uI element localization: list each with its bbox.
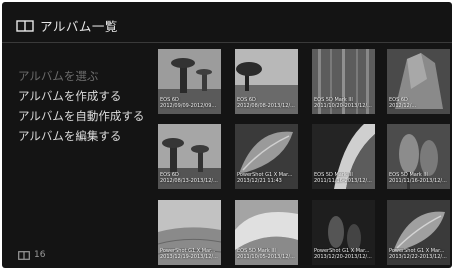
- page-title: アルバム一覧: [40, 19, 118, 34]
- album-caption: EOS 6D 2012/09/09-2012/09...: [160, 97, 217, 109]
- album-menu: アルバムを選ぶ アルバムを作成する アルバムを自動作成する アルバムを編集する: [18, 66, 150, 146]
- menu-item-create-album[interactable]: アルバムを作成する: [18, 86, 150, 106]
- album-caption: EOS 6D 2012/08/08-2013/12/...: [237, 97, 295, 109]
- album-thumbnail[interactable]: EOS 5D Mark III 2011/11/16-2013/12/...: [312, 124, 375, 189]
- album-caption: PowerShot G1 X Mar... 2013/12/20-2013/12/…: [314, 248, 372, 260]
- album-count-value: 16: [34, 250, 46, 260]
- album-thumbnail[interactable]: EOS 5D Mark III 2011/11/16-2013/12/...: [387, 124, 450, 189]
- album-caption: EOS 5D Mark III 2011/11/16-2013/12/...: [389, 172, 447, 184]
- header: アルバム一覧: [16, 16, 118, 35]
- menu-item-select-album[interactable]: アルバムを選ぶ: [18, 66, 150, 86]
- album-thumbnail[interactable]: EOS 6D 2012/08/13-2013/12/...: [158, 124, 221, 189]
- album-caption: EOS 6D 2012/12/...: [389, 97, 417, 109]
- album-list-screen: アルバム一覧 アルバムを選ぶ アルバムを作成する アルバムを自動作成する アルバ…: [2, 2, 452, 268]
- menu-item-auto-create-album[interactable]: アルバムを自動作成する: [18, 106, 150, 126]
- album-caption: EOS 5D Mark III 2011/11/16-2013/12/...: [314, 172, 372, 184]
- album-caption: EOS 5D Mark III 2011/10/05-2013/12/...: [237, 248, 295, 260]
- book-icon: [16, 19, 34, 32]
- album-thumbnail[interactable]: PowerShot G1 X Mar... 2013/12/21 11:43: [235, 124, 298, 189]
- album-thumbnail[interactable]: EOS 6D 2012/08/08-2013/12/...: [235, 49, 298, 114]
- album-caption: PowerShot G1 X Mar... 2013/12/22-2013/12/…: [389, 248, 447, 260]
- album-thumbnail[interactable]: EOS 6D 2012/09/09-2012/09...: [158, 49, 221, 114]
- menu-item-edit-album[interactable]: アルバムを編集する: [18, 126, 150, 146]
- album-grid: EOS 6D 2012/09/09-2012/09... EOS 6D 2012/0…: [158, 49, 452, 265]
- album-count: 16: [18, 250, 45, 260]
- book-icon: [18, 250, 30, 260]
- album-thumbnail[interactable]: PowerShot G1 X Mar... 2013/12/22-2013/12/…: [387, 200, 450, 265]
- album-thumbnail[interactable]: EOS 5D Mark III 2011/10/20-2013/12/...: [312, 49, 375, 114]
- album-thumbnail[interactable]: PowerShot G1 X Mar... 2013/12/19-2013/12/…: [158, 200, 221, 265]
- album-thumbnail[interactable]: EOS 6D 2012/12/...: [387, 49, 450, 114]
- album-caption: EOS 5D Mark III 2011/10/20-2013/12/...: [314, 97, 372, 109]
- album-caption: EOS 6D 2012/08/13-2013/12/...: [160, 172, 218, 184]
- header-divider: [2, 42, 452, 43]
- album-caption: PowerShot G1 X Mar... 2013/12/21 11:43: [237, 172, 293, 184]
- album-caption: PowerShot G1 X Mar... 2013/12/19-2013/12/…: [160, 248, 218, 260]
- album-thumbnail[interactable]: PowerShot G1 X Mar... 2013/12/20-2013/12/…: [312, 200, 375, 265]
- album-thumbnail[interactable]: EOS 5D Mark III 2011/10/05-2013/12/...: [235, 200, 298, 265]
